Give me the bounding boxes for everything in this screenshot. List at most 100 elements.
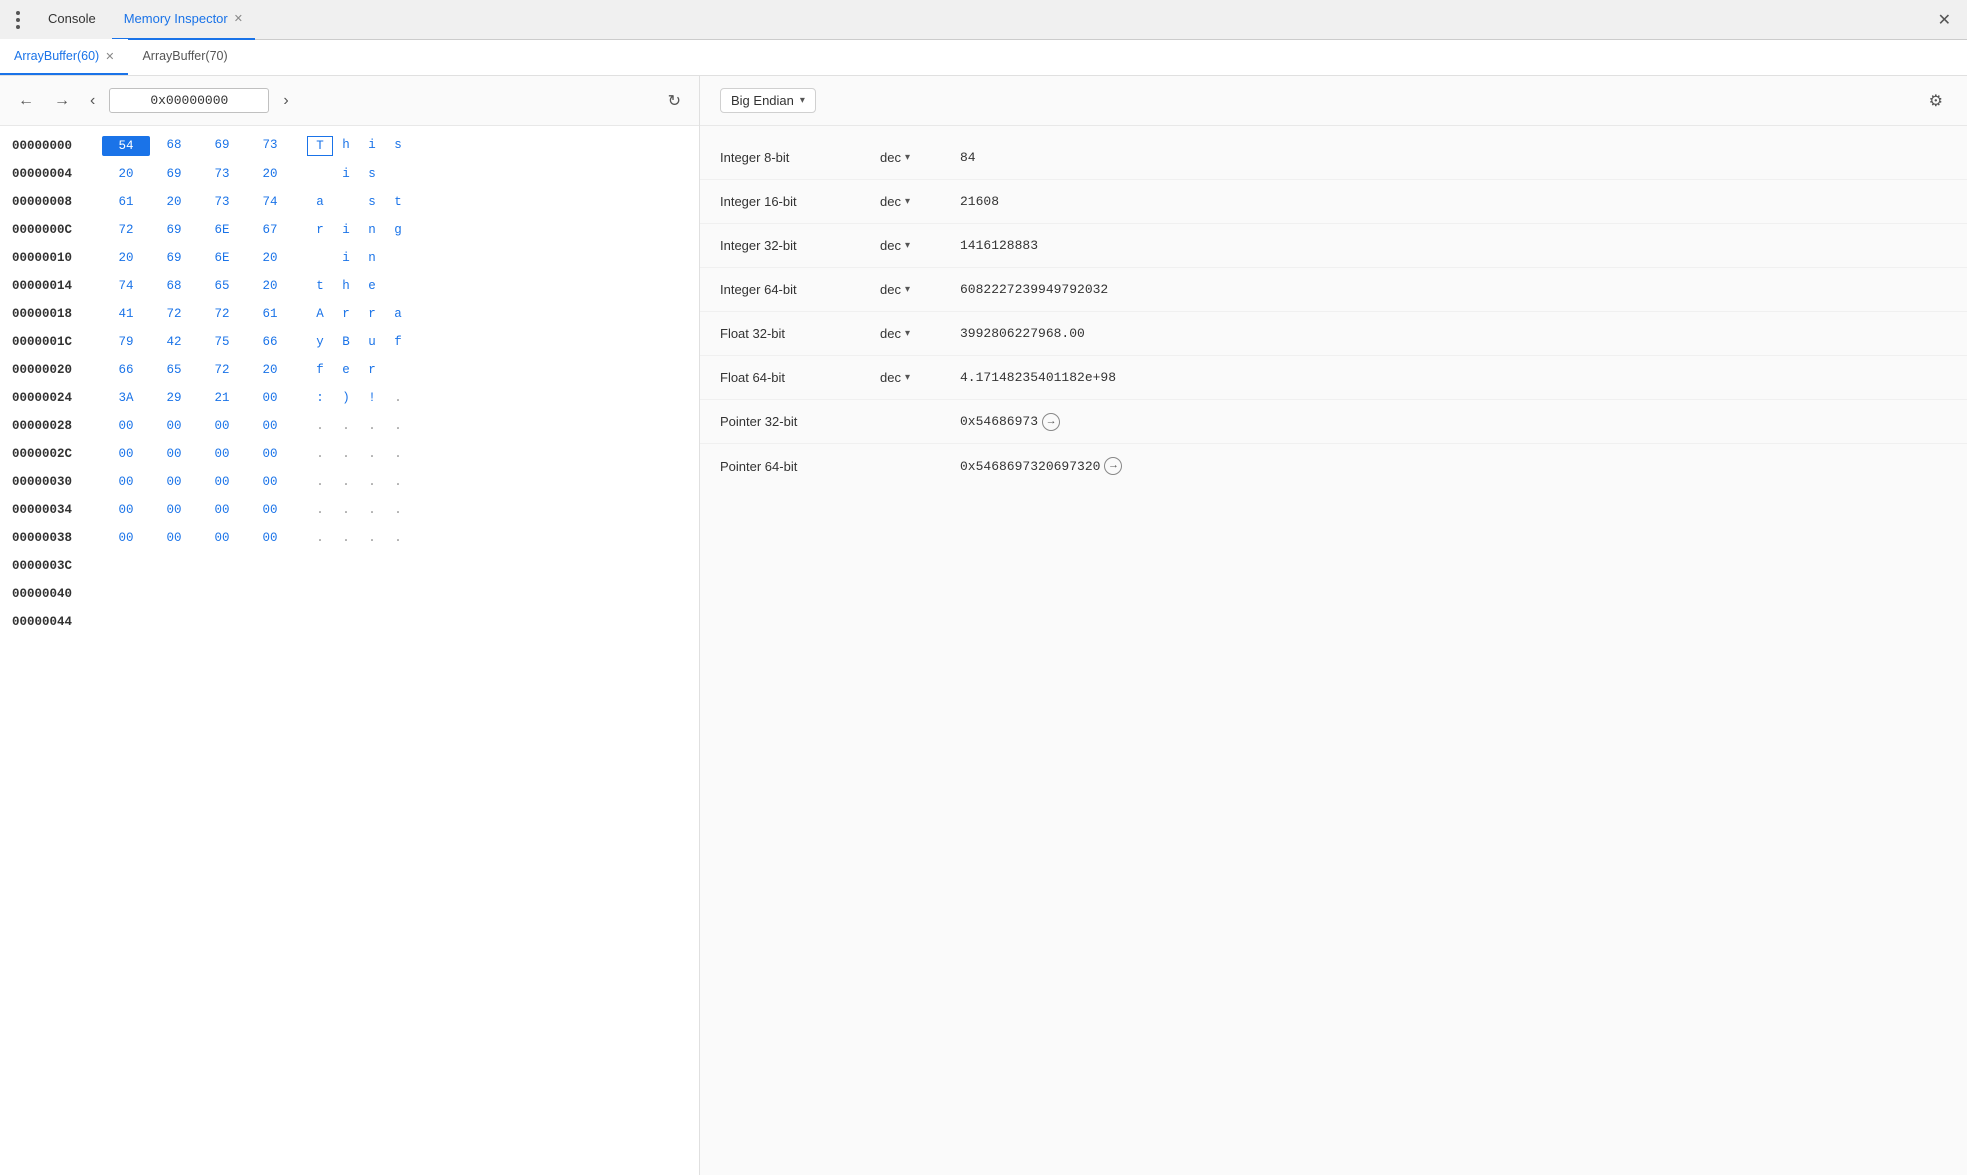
hex-byte[interactable]: 29 xyxy=(150,389,198,407)
window-close-button[interactable]: ✕ xyxy=(1930,6,1959,34)
hex-byte[interactable]: 68 xyxy=(150,136,198,156)
hex-byte[interactable]: 65 xyxy=(198,277,246,295)
ascii-char[interactable] xyxy=(385,361,411,379)
insp-format-select[interactable]: dec▾ xyxy=(880,370,960,385)
console-tab[interactable]: Console xyxy=(36,0,108,40)
ascii-char[interactable]: . xyxy=(333,445,359,463)
ascii-char[interactable]: r xyxy=(307,221,333,239)
hex-byte[interactable]: 42 xyxy=(150,333,198,351)
hex-byte[interactable]: 00 xyxy=(150,501,198,519)
ascii-char[interactable]: . xyxy=(385,389,411,407)
ascii-char[interactable]: . xyxy=(359,417,385,435)
ascii-char[interactable]: i xyxy=(333,221,359,239)
back-button[interactable]: ← xyxy=(12,88,40,114)
ascii-char[interactable]: f xyxy=(307,361,333,379)
menu-dots-icon[interactable] xyxy=(8,10,28,30)
ascii-char[interactable]: s xyxy=(359,193,385,211)
memory-inspector-tab[interactable]: Memory Inspector ✕ xyxy=(112,0,255,40)
hex-byte[interactable]: 61 xyxy=(246,305,294,323)
ascii-char[interactable] xyxy=(385,249,411,267)
ascii-char[interactable]: t xyxy=(385,193,411,211)
hex-byte[interactable]: 20 xyxy=(246,277,294,295)
ascii-char[interactable] xyxy=(333,193,359,211)
ascii-char[interactable]: s xyxy=(385,136,411,156)
hex-byte[interactable]: 72 xyxy=(150,305,198,323)
hex-byte[interactable]: 20 xyxy=(246,165,294,183)
hex-byte[interactable]: 00 xyxy=(198,473,246,491)
insp-format-select[interactable]: dec▾ xyxy=(880,194,960,209)
hex-byte[interactable]: 69 xyxy=(198,136,246,156)
ascii-char[interactable]: . xyxy=(359,445,385,463)
ascii-char[interactable]: . xyxy=(333,473,359,491)
hex-byte[interactable]: 73 xyxy=(198,165,246,183)
ascii-char[interactable]: a xyxy=(307,193,333,211)
insp-format-select[interactable]: dec▾ xyxy=(880,150,960,165)
ascii-char[interactable]: . xyxy=(307,501,333,519)
ascii-char[interactable]: . xyxy=(385,501,411,519)
ascii-char[interactable]: . xyxy=(385,529,411,547)
hex-byte[interactable]: 00 xyxy=(150,529,198,547)
hex-byte[interactable]: 00 xyxy=(198,529,246,547)
insp-format-select[interactable]: dec▾ xyxy=(880,238,960,253)
hex-byte[interactable]: 00 xyxy=(150,417,198,435)
ascii-char[interactable]: . xyxy=(385,417,411,435)
ascii-char[interactable]: n xyxy=(359,249,385,267)
address-input[interactable] xyxy=(109,88,269,113)
ascii-char[interactable]: . xyxy=(307,529,333,547)
ascii-char[interactable]: ) xyxy=(333,389,359,407)
hex-byte[interactable]: 72 xyxy=(198,305,246,323)
hex-byte[interactable]: 65 xyxy=(150,361,198,379)
pointer-link[interactable]: 0x54686973 → xyxy=(960,413,1060,431)
hex-byte[interactable]: 6E xyxy=(198,221,246,239)
pointer-navigate-icon[interactable]: → xyxy=(1042,413,1060,431)
hex-byte[interactable]: 72 xyxy=(198,361,246,379)
ascii-char[interactable]: ! xyxy=(359,389,385,407)
hex-byte[interactable]: 20 xyxy=(246,249,294,267)
ascii-char[interactable]: . xyxy=(307,473,333,491)
hex-byte[interactable]: 68 xyxy=(150,277,198,295)
hex-byte[interactable]: 00 xyxy=(198,445,246,463)
arraybuffer-60-tab[interactable]: ArrayBuffer(60) ✕ xyxy=(0,39,128,75)
ascii-char[interactable]: i xyxy=(333,165,359,183)
hex-byte[interactable]: 74 xyxy=(246,193,294,211)
arraybuffer-70-tab[interactable]: ArrayBuffer(70) xyxy=(128,39,241,75)
hex-byte[interactable]: 00 xyxy=(102,473,150,491)
next-page-button[interactable]: › xyxy=(277,88,294,114)
refresh-button[interactable]: ↻ xyxy=(662,87,687,115)
hex-byte[interactable]: 00 xyxy=(198,501,246,519)
ascii-char[interactable]: : xyxy=(307,389,333,407)
ascii-char[interactable]: . xyxy=(333,417,359,435)
hex-byte[interactable]: 75 xyxy=(198,333,246,351)
hex-byte[interactable]: 73 xyxy=(198,193,246,211)
ascii-char[interactable]: e xyxy=(333,361,359,379)
hex-byte[interactable]: 00 xyxy=(246,501,294,519)
settings-button[interactable]: ⚙ xyxy=(1925,87,1947,115)
ascii-char[interactable]: . xyxy=(359,473,385,491)
endian-select[interactable]: Big Endian ▾ xyxy=(720,88,816,113)
hex-byte[interactable]: 20 xyxy=(246,361,294,379)
hex-byte[interactable]: 00 xyxy=(246,473,294,491)
ascii-char[interactable]: a xyxy=(385,305,411,323)
hex-byte[interactable]: 61 xyxy=(102,193,150,211)
ascii-char[interactable]: . xyxy=(307,445,333,463)
ascii-char[interactable]: . xyxy=(333,501,359,519)
hex-byte[interactable]: 69 xyxy=(150,249,198,267)
prev-page-button[interactable]: ‹ xyxy=(84,88,101,114)
hex-byte[interactable]: 54 xyxy=(102,136,150,156)
hex-byte[interactable]: 69 xyxy=(150,221,198,239)
ascii-char[interactable]: r xyxy=(333,305,359,323)
ascii-char[interactable]: . xyxy=(359,501,385,519)
ascii-char[interactable]: r xyxy=(359,361,385,379)
hex-byte[interactable]: 21 xyxy=(198,389,246,407)
memory-inspector-close-icon[interactable]: ✕ xyxy=(234,12,243,25)
hex-byte[interactable]: 00 xyxy=(102,501,150,519)
ascii-char[interactable]: h xyxy=(333,136,359,156)
hex-byte[interactable]: 00 xyxy=(246,389,294,407)
ascii-char[interactable]: h xyxy=(333,277,359,295)
ascii-char[interactable] xyxy=(385,165,411,183)
hex-byte[interactable]: 00 xyxy=(246,529,294,547)
hex-byte[interactable]: 66 xyxy=(246,333,294,351)
ascii-char[interactable]: A xyxy=(307,305,333,323)
ascii-char[interactable]: u xyxy=(359,333,385,351)
hex-byte[interactable]: 41 xyxy=(102,305,150,323)
